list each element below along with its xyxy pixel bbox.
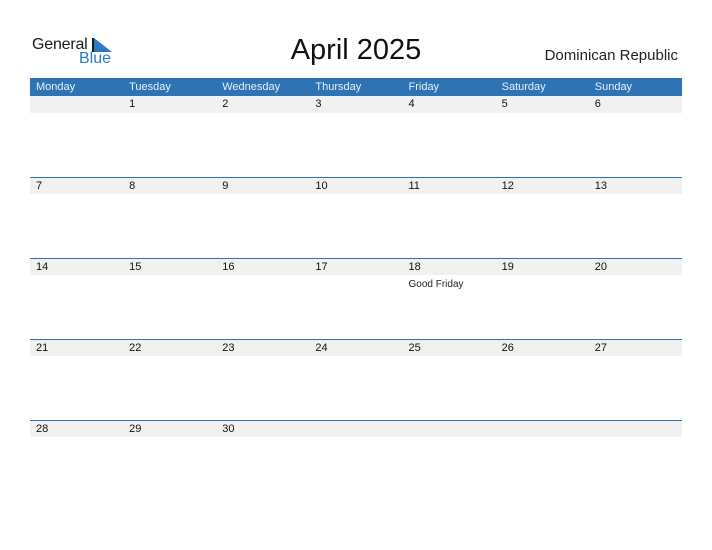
- week-date-strip: 21 22 23 24 25 26 27: [30, 339, 682, 356]
- holiday-label: Good Friday: [408, 279, 464, 290]
- day-number: 10: [315, 180, 328, 192]
- day-cell: 7: [30, 178, 123, 194]
- day-cell: 20: [589, 259, 682, 275]
- day-number: 27: [594, 342, 607, 354]
- day-number: 1: [129, 98, 136, 110]
- weekday-tuesday: Tuesday: [129, 81, 171, 93]
- weekday-friday: Friday: [408, 81, 440, 93]
- week-row: 21 22 23 24 25 26 27: [30, 339, 682, 420]
- day-number: 16: [222, 261, 235, 273]
- day-number: 22: [129, 342, 142, 354]
- day-cell: 28: [30, 421, 123, 437]
- day-cell: 6: [589, 96, 682, 113]
- day-cell: 17: [309, 259, 402, 275]
- calendar-grid: Monday Tuesday Wednesday Thursday Friday…: [30, 78, 682, 501]
- day-number: 28: [36, 423, 49, 435]
- day-cell: 19: [496, 259, 589, 275]
- day-cell: 21: [30, 340, 123, 356]
- day-number: 8: [129, 180, 136, 192]
- day-number: 5: [501, 98, 508, 110]
- day-cell: 11: [403, 178, 496, 194]
- day-cell: 16: [216, 259, 309, 275]
- day-cell: 13: [589, 178, 682, 194]
- day-cell: 30: [216, 421, 309, 437]
- day-cell: 26: [496, 340, 589, 356]
- week-date-strip: 14 15 16 17 18 Good Friday 19 20: [30, 258, 682, 290]
- week-date-strip: 1 2 3 4 5 6: [30, 96, 682, 113]
- week-row: 14 15 16 17 18 Good Friday 19 20: [30, 258, 682, 339]
- day-number: 2: [222, 98, 229, 110]
- day-cell: [309, 421, 402, 437]
- day-number: 19: [501, 261, 514, 273]
- day-number: 13: [594, 180, 607, 192]
- day-cell: [30, 96, 123, 113]
- day-cell: 9: [216, 178, 309, 194]
- day-cell: 14: [30, 259, 123, 275]
- day-cell: 3: [309, 96, 402, 113]
- day-cell: 10: [309, 178, 402, 194]
- day-cell: [403, 421, 496, 437]
- day-number: 24: [315, 342, 328, 354]
- day-number: 15: [129, 261, 142, 273]
- day-number: 3: [315, 98, 322, 110]
- day-number: 17: [315, 261, 328, 273]
- day-cell: 22: [123, 340, 216, 356]
- weekday-thursday: Thursday: [315, 81, 362, 93]
- weekday-header: Monday Tuesday Wednesday Thursday Friday…: [30, 78, 682, 96]
- day-cell: 29: [123, 421, 216, 437]
- day-number: 7: [36, 180, 43, 192]
- week-row: 7 8 9 10 11 12 13: [30, 177, 682, 258]
- week-date-strip: 28 29 30: [30, 420, 682, 437]
- day-cell: 5: [496, 96, 589, 113]
- day-number: 30: [222, 423, 235, 435]
- day-number: 18: [408, 261, 421, 273]
- week-row: 28 29 30: [30, 420, 682, 501]
- week-date-strip: 7 8 9 10 11 12 13: [30, 177, 682, 194]
- week-row: 1 2 3 4 5 6: [30, 96, 682, 177]
- weekday-monday: Monday: [36, 81, 76, 93]
- day-number: 29: [129, 423, 142, 435]
- day-number: 9: [222, 180, 229, 192]
- day-cell: 2: [216, 96, 309, 113]
- day-number: 23: [222, 342, 235, 354]
- day-cell: 23: [216, 340, 309, 356]
- day-number: 4: [408, 98, 415, 110]
- day-number: 25: [408, 342, 421, 354]
- day-number: 12: [501, 180, 514, 192]
- day-cell: 8: [123, 178, 216, 194]
- day-cell: 1: [123, 96, 216, 113]
- day-cell: 18 Good Friday: [403, 259, 496, 290]
- day-cell: 15: [123, 259, 216, 275]
- weekday-sunday: Sunday: [594, 81, 633, 93]
- day-cell: [589, 421, 682, 437]
- day-cell: 24: [309, 340, 402, 356]
- weekday-wednesday: Wednesday: [222, 81, 281, 93]
- day-number: 11: [408, 180, 420, 192]
- day-number: 20: [594, 261, 607, 273]
- day-cell: [496, 421, 589, 437]
- day-cell: 4: [403, 96, 496, 113]
- country-label: Dominican Republic: [544, 47, 678, 64]
- day-number: 6: [594, 98, 601, 110]
- day-number: 26: [501, 342, 514, 354]
- day-cell: 25: [403, 340, 496, 356]
- weekday-saturday: Saturday: [501, 81, 546, 93]
- day-number: 14: [36, 261, 49, 273]
- day-cell: 12: [496, 178, 589, 194]
- day-cell: 27: [589, 340, 682, 356]
- day-number: 21: [36, 342, 49, 354]
